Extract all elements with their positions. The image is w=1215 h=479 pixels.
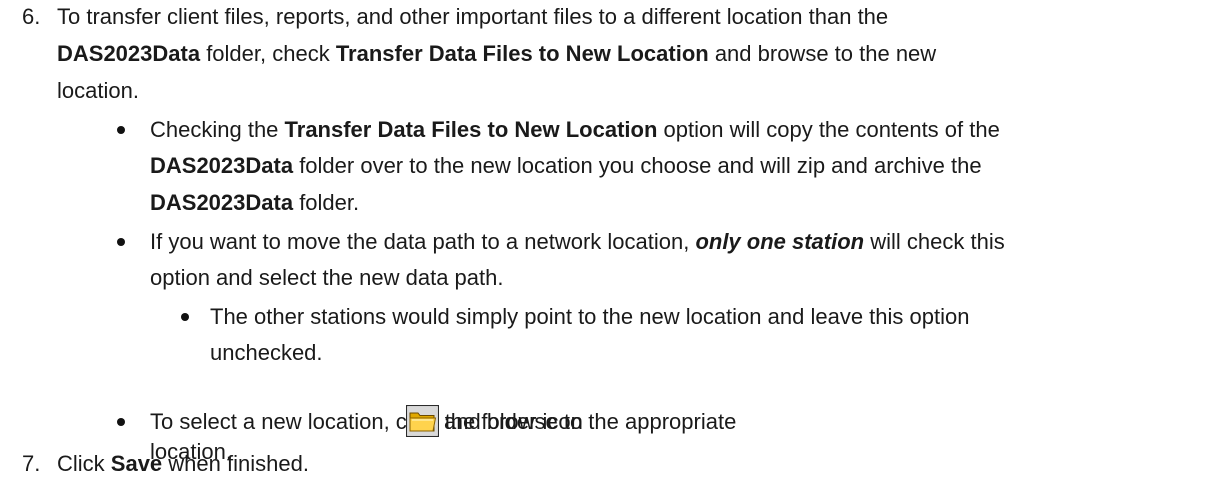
bullet-1-line-3: DAS2023Data folder. (150, 190, 360, 215)
step-6-line-1: To transfer client files, reports, and o… (57, 4, 889, 29)
step-6-line-2: DAS2023Data folder, check Transfer Data … (57, 41, 937, 66)
bullet-2-line-1: If you want to move the data path to a n… (150, 229, 1005, 254)
step-6-line-3: location. (57, 78, 139, 103)
option-name: Transfer Data Files to New Location (284, 117, 658, 142)
document: 6. To transfer client files, reports, an… (0, 0, 1215, 479)
step-7-line: Click Save when finished. (57, 451, 309, 476)
bullet-1-line-2: DAS2023Data folder over to the new locat… (150, 153, 982, 178)
save-label: Save (110, 451, 163, 476)
sub-bullet-marker (181, 313, 189, 321)
folder-name: DAS2023Data (150, 153, 294, 178)
folder-icon (405, 404, 440, 438)
folder-name: DAS2023Data (150, 190, 294, 215)
option-name: Transfer Data Files to New Location (335, 41, 709, 66)
bullet-1-line-1: Checking the Transfer Data Files to New … (150, 117, 1000, 142)
bullet-2-marker (117, 238, 125, 246)
bullet-3-line-1-tail: and browse to the appropriate (444, 409, 737, 434)
folder-name: DAS2023Data (57, 41, 201, 66)
bullet-3-marker (117, 418, 125, 426)
bullet-2-line-2: option and select the new data path. (150, 265, 504, 290)
step-7-number: 7. (22, 451, 41, 476)
sub-bullet-line-1: The other stations would simply point to… (210, 304, 970, 329)
step-6-number: 6. (22, 4, 41, 29)
emphasis-text: only one station (695, 229, 865, 254)
bullet-1-marker (117, 126, 125, 134)
sub-bullet-line-2: unchecked. (210, 340, 323, 365)
